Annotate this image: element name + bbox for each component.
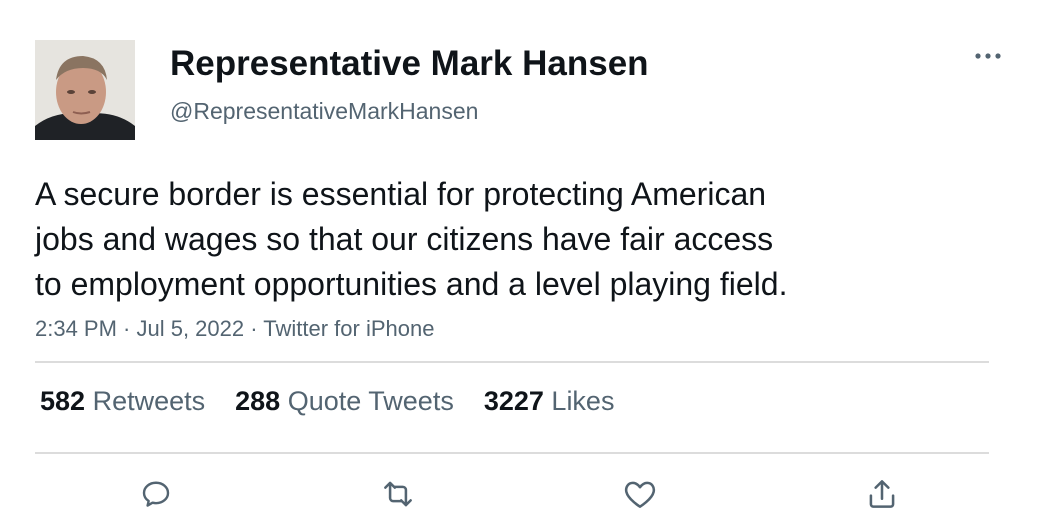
retweets-label: Retweets — [92, 386, 206, 416]
divider — [35, 452, 989, 454]
avatar[interactable] — [35, 40, 135, 140]
reply-button[interactable] — [136, 474, 176, 514]
retweet-button[interactable] — [378, 474, 418, 514]
tweet-text: A secure border is essential for protect… — [35, 172, 935, 307]
retweets-stat[interactable]: 582 Retweets — [40, 386, 205, 417]
tweet-text-line: jobs and wages so that our citizens have… — [35, 221, 774, 257]
reply-icon — [142, 481, 170, 507]
retweets-count: 582 — [40, 386, 86, 416]
engagement-stats: 582 Retweets 288 Quote Tweets 3227 Likes — [40, 386, 644, 417]
quote-tweets-count: 288 — [235, 386, 281, 416]
more-options-button[interactable] — [972, 42, 1004, 70]
more-horizontal-icon — [975, 53, 1001, 59]
like-button[interactable] — [620, 474, 660, 514]
retweet-icon — [384, 481, 412, 507]
likes-stat[interactable]: 3227 Likes — [484, 386, 615, 417]
quote-tweets-stat[interactable]: 288 Quote Tweets — [235, 386, 454, 417]
tweet-text-line: to employment opportunities and a level … — [35, 266, 788, 302]
divider — [35, 361, 989, 363]
author-handle[interactable]: @RepresentativeMarkHansen — [170, 98, 478, 125]
share-icon — [869, 480, 895, 508]
likes-count: 3227 — [483, 386, 544, 416]
likes-label: Likes — [551, 386, 615, 416]
tweet-timestamp-source[interactable]: 2:34 PM · Jul 5, 2022 · Twitter for iPho… — [35, 316, 434, 342]
quote-tweets-label: Quote Tweets — [287, 386, 454, 416]
author-display-name[interactable]: Representative Mark Hansen — [170, 44, 649, 84]
heart-icon — [624, 481, 656, 508]
share-button[interactable] — [862, 474, 902, 514]
tweet-text-line: A secure border is essential for protect… — [35, 176, 767, 212]
